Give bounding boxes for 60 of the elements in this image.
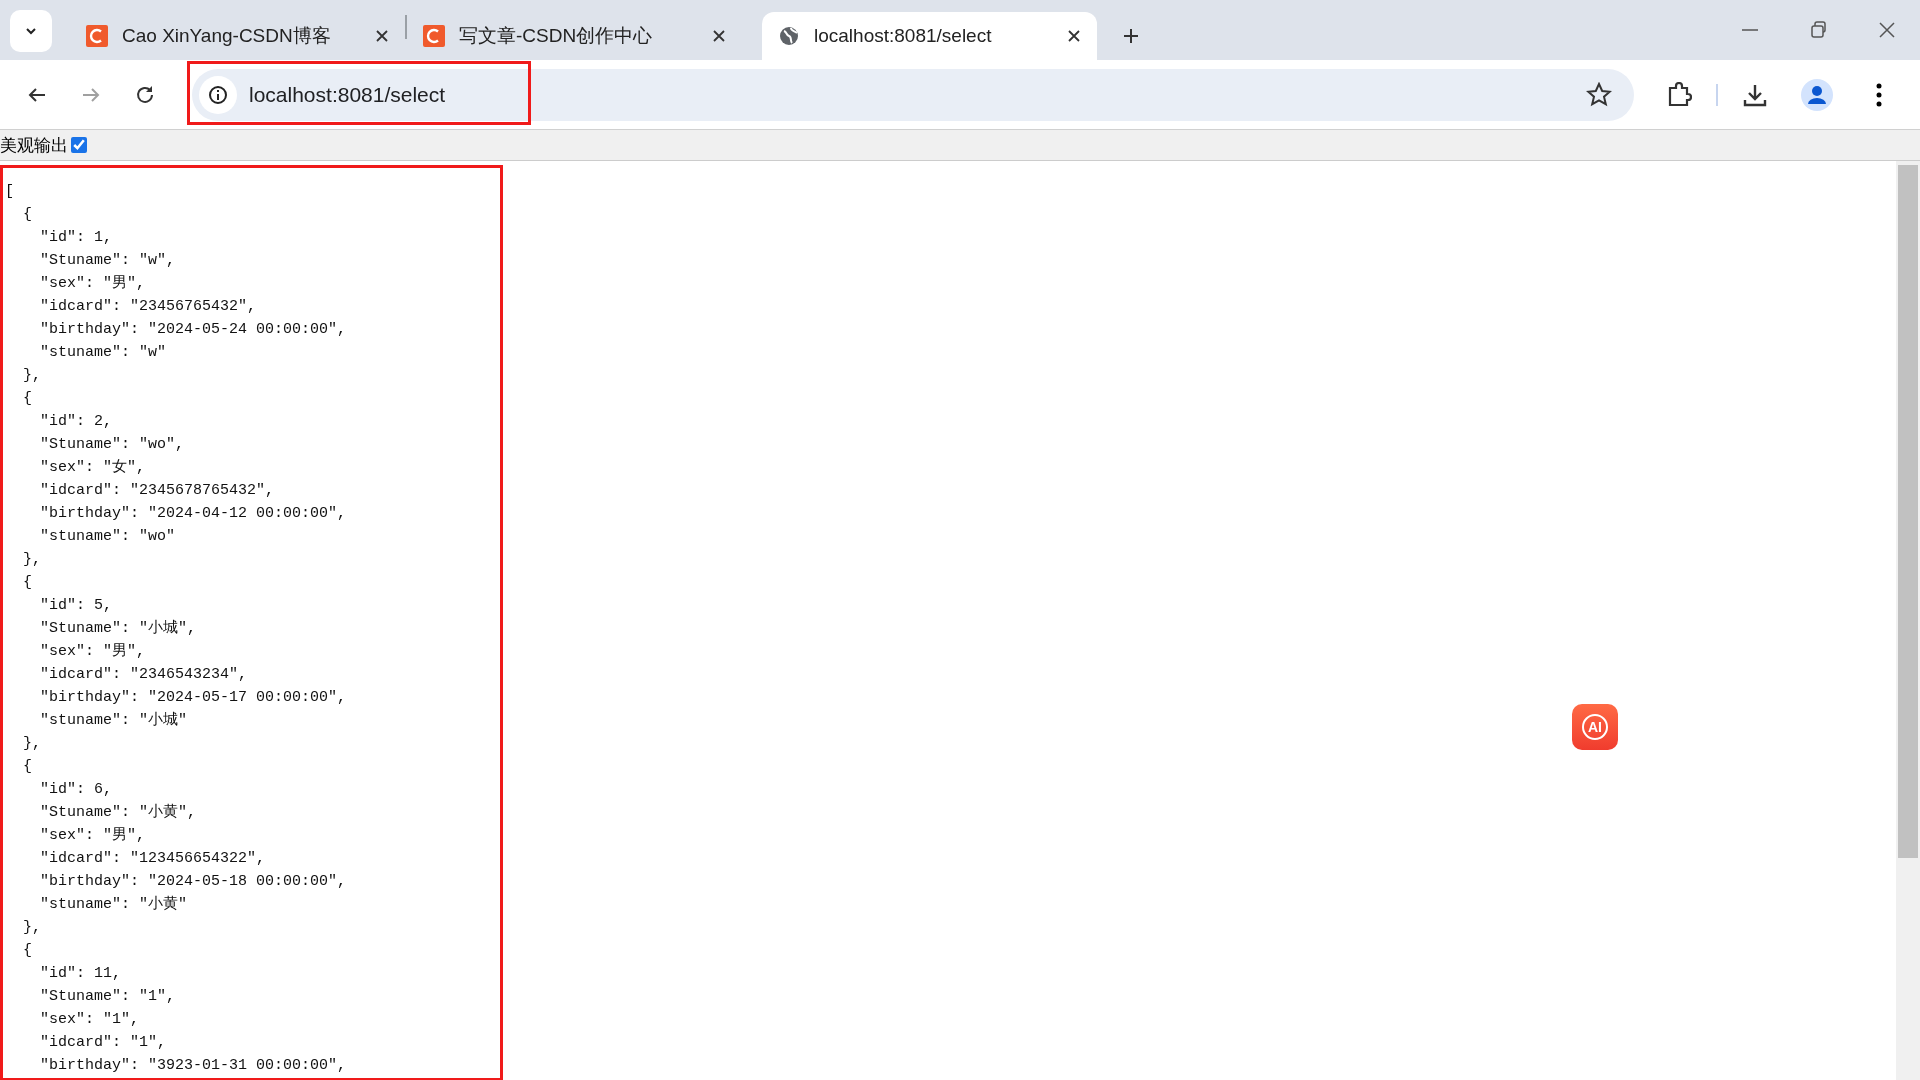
browser-tab[interactable]: 写文章-CSDN创作中心	[407, 12, 742, 60]
code-line: "Stuname": "小黄",	[40, 802, 197, 823]
code-line: "idcard": "123456654322",	[40, 849, 266, 869]
code-line: "stuname": "小黄"	[40, 894, 188, 915]
code-line: "birthday": "2024-05-18 00:00:00",	[40, 872, 347, 892]
code-line: "sex": "女",	[40, 458, 145, 478]
menu-icon	[1876, 82, 1882, 107]
code-line: },	[23, 734, 41, 754]
code-line: "id": 11,	[40, 964, 121, 984]
code-line: "stuname": "w"	[40, 343, 167, 363]
code-line: {	[23, 205, 32, 225]
browser-tab[interactable]: localhost:8081/select	[762, 12, 1097, 60]
browser-tab[interactable]: Cao XinYang-CSDN博客	[70, 12, 405, 60]
globe-icon	[778, 25, 800, 47]
code-line: "idcard": "2345678765432",	[40, 481, 275, 501]
code-line: "birthday": "3923-01-31 00:00:00",	[40, 1056, 347, 1076]
code-line: "birthday": "2024-04-12 00:00:00",	[40, 504, 347, 524]
code-line: "sex": "男",	[40, 642, 145, 662]
code-line: "sex": "男",	[40, 274, 145, 294]
scrollbar[interactable]	[1896, 161, 1920, 1080]
close-icon[interactable]	[712, 29, 726, 43]
code-line: {	[23, 941, 32, 961]
code-line: "birthday": "2024-05-17 00:00:00",	[40, 688, 347, 708]
puzzle-icon	[1666, 81, 1692, 108]
favicon-icon	[423, 25, 445, 47]
code-line: "stuname": "小城"	[40, 710, 188, 731]
url-text: localhost:8081/select	[249, 82, 446, 107]
address-bar[interactable]: localhost:8081/select	[192, 68, 1634, 121]
code-line: "Stuname": "wo",	[40, 435, 185, 455]
code-line: "sex": "1",	[40, 1010, 140, 1030]
code-line: "birthday": "2024-05-24 00:00:00",	[40, 320, 347, 340]
favicon-icon	[86, 25, 108, 47]
scrollbar-thumb[interactable]	[1898, 165, 1918, 858]
info-icon[interactable]	[199, 75, 237, 114]
code-line: },	[23, 366, 41, 386]
close-icon[interactable]	[1067, 29, 1081, 43]
bookmark-star-icon[interactable]	[1586, 81, 1612, 108]
pretty-print-checkbox[interactable]	[71, 137, 87, 153]
code-line: "id": 2,	[40, 412, 112, 432]
new-tab-icon[interactable]	[1122, 27, 1140, 45]
code-line: },	[23, 550, 41, 570]
code-line: "id": 1,	[40, 228, 112, 248]
code-line: },	[23, 918, 41, 938]
close-icon[interactable]	[375, 29, 389, 43]
code-line: "idcard": "2346543234",	[40, 665, 248, 685]
code-line: "id": 6,	[40, 780, 112, 800]
code-line: "idcard": "1",	[40, 1033, 167, 1053]
code-line: "idcard": "23456765432",	[40, 297, 257, 317]
code-line: "id": 5,	[40, 596, 112, 616]
code-line: {	[23, 573, 32, 593]
code-line: "stuname": "wo"	[40, 527, 176, 547]
code-line: [	[5, 182, 14, 202]
pretty-print-label: 美观输出	[0, 133, 68, 157]
code-line: "Stuname": "w",	[40, 251, 176, 271]
code-line: "Stuname": "小城",	[40, 618, 197, 639]
code-line: "Stuname": "1",	[40, 987, 176, 1007]
avatar-icon	[1801, 78, 1833, 111]
code-line: {	[23, 389, 32, 409]
code-line: "sex": "男",	[40, 826, 145, 846]
code-line: {	[23, 757, 32, 777]
